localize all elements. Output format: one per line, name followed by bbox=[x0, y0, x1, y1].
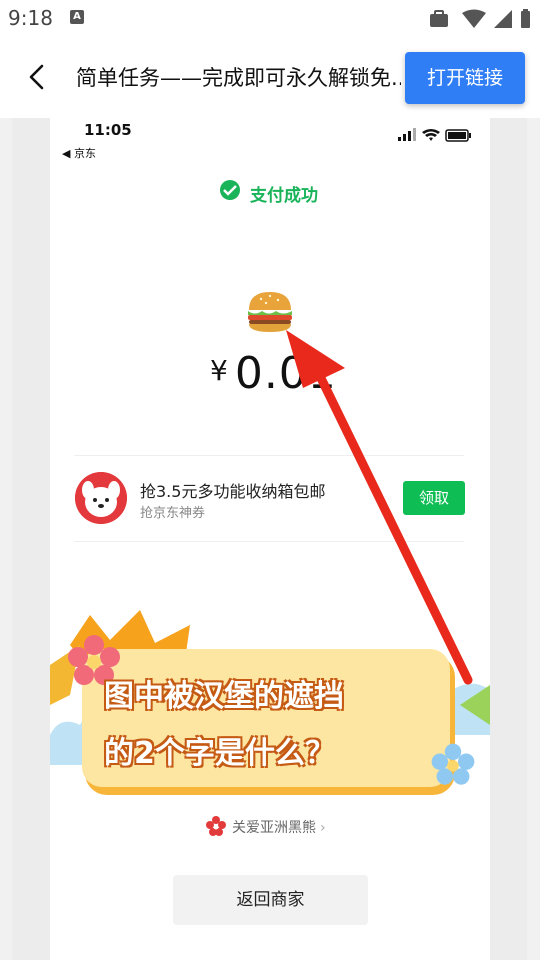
charity-link-label: 关爱亚洲黑熊 bbox=[232, 820, 316, 836]
briefcase-icon bbox=[430, 10, 448, 27]
open-link-button[interactable]: 打开链接 bbox=[405, 52, 525, 104]
divider bbox=[74, 541, 464, 542]
signal-icon bbox=[494, 10, 512, 28]
payment-success-text: 支付成功 bbox=[250, 186, 318, 206]
a-icon: A bbox=[70, 10, 84, 24]
inner-status-icons bbox=[398, 128, 471, 142]
coupon-subtitle: 抢京东神券 bbox=[140, 506, 206, 521]
signal-icon bbox=[398, 128, 416, 141]
charity-flower-icon bbox=[206, 816, 226, 836]
charity-link[interactable]: 关爱亚洲黑熊 › bbox=[232, 817, 326, 837]
chevron-right-icon: › bbox=[320, 820, 326, 836]
battery-icon bbox=[521, 9, 530, 28]
back-arrow-icon[interactable] bbox=[22, 62, 52, 92]
battery-icon bbox=[445, 129, 471, 142]
wechat-pay-icon bbox=[220, 180, 240, 200]
blue-flower-icon bbox=[431, 743, 475, 785]
page-title: 简单任务——完成即可永久解锁免.. bbox=[76, 66, 401, 90]
return-merchant-button[interactable]: 返回商家 bbox=[173, 875, 368, 925]
status-time: 9:18 bbox=[8, 6, 53, 30]
claim-button[interactable]: 领取 bbox=[403, 481, 465, 515]
amount-value: 0.01 bbox=[234, 348, 337, 399]
banner-line-2: 的2个字是什么？ bbox=[104, 736, 335, 771]
divider bbox=[74, 455, 464, 456]
wifi-icon bbox=[462, 9, 486, 28]
status-icons bbox=[430, 9, 530, 28]
hamburger-icon bbox=[248, 292, 292, 332]
inner-status-time: 11:05 bbox=[84, 121, 132, 139]
wifi-icon bbox=[422, 129, 440, 141]
jd-dog-avatar-icon bbox=[75, 472, 127, 524]
banner-line-1: 图中被汉堡的遮挡 bbox=[104, 679, 344, 714]
payment-amount: ¥0.01 bbox=[210, 348, 337, 399]
inner-back-jd: ◀ 京东 bbox=[62, 147, 96, 160]
coupon-title: 抢3.5元多功能收纳箱包邮 bbox=[140, 482, 326, 501]
currency-symbol: ¥ bbox=[210, 354, 229, 387]
